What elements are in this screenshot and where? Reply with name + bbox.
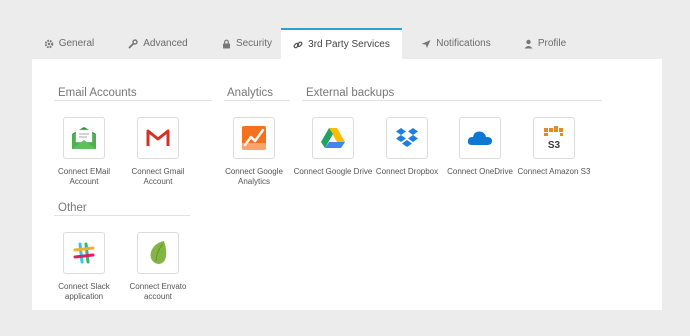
gmail-icon [146, 129, 170, 146]
tab-label: General [58, 38, 95, 49]
tab-label: Notifications [436, 38, 491, 49]
s3-badge-text: S3 [548, 140, 561, 151]
dropbox-service-tile [386, 117, 428, 159]
onedrive-service-tile [459, 117, 501, 159]
section-title-analytics: Analytics [227, 87, 274, 99]
analytics-service-tile [233, 117, 275, 159]
section-title-other: Other [58, 202, 87, 214]
tab-label: 3rd Party Services [308, 39, 390, 50]
onedrive-icon [467, 131, 492, 145]
slack-icon [73, 242, 95, 264]
service-label: Connect OneDrive [447, 167, 513, 176]
amazon-s3-service-tile: S3 [533, 117, 575, 159]
service-label: Connect Gmail Account [131, 167, 185, 186]
service-label: Connect Amazon S3 [517, 167, 591, 176]
link-icon [293, 40, 303, 48]
amazon-s3-icon: S3 [544, 126, 563, 151]
google-analytics-icon [242, 126, 266, 150]
wrench-icon [128, 38, 138, 48]
google-drive-icon [321, 128, 345, 148]
tab-advanced[interactable]: Advanced [116, 28, 200, 59]
user-icon [524, 39, 533, 48]
envato-service-tile [137, 232, 179, 274]
service-label: Connect Dropbox [375, 167, 439, 176]
service-label: Connect Google Drive [293, 167, 373, 176]
section-divider [54, 215, 190, 216]
section-divider [224, 100, 290, 101]
service-label: Connect Google Analytics [225, 167, 283, 186]
envato-icon [150, 241, 167, 264]
email-service-tile [63, 117, 105, 159]
settings-tabs: General Advanced Security 3rd Party Serv… [32, 28, 662, 59]
tab-profile[interactable]: Profile [510, 28, 580, 59]
tab-3rd-party-services[interactable]: 3rd Party Services [281, 28, 402, 59]
tab-security[interactable]: Security [207, 28, 287, 59]
paper-plane-icon [421, 39, 431, 48]
services-panel: Email Accounts Connect EMail Account Con… [32, 59, 662, 310]
google-drive-service-tile [312, 117, 354, 159]
tab-label: Profile [537, 38, 567, 49]
email-envelope-icon [72, 127, 96, 149]
tab-notifications[interactable]: Notifications [410, 28, 502, 59]
section-divider [302, 100, 602, 101]
gear-icon [44, 39, 53, 48]
service-label: Connect Envato account [129, 282, 187, 301]
service-label: Connect EMail Account [57, 167, 111, 186]
gmail-service-tile [137, 117, 179, 159]
service-label: Connect Slack application [58, 282, 110, 301]
tab-label: Security [235, 38, 273, 49]
slack-service-tile [63, 232, 105, 274]
section-divider [54, 100, 212, 101]
tab-general[interactable]: General [32, 28, 106, 59]
section-title-backups: External backups [306, 87, 395, 99]
dropbox-icon [396, 128, 418, 147]
tab-label: Advanced [143, 38, 188, 49]
lock-icon [222, 39, 230, 48]
section-title-email: Email Accounts [58, 87, 137, 99]
